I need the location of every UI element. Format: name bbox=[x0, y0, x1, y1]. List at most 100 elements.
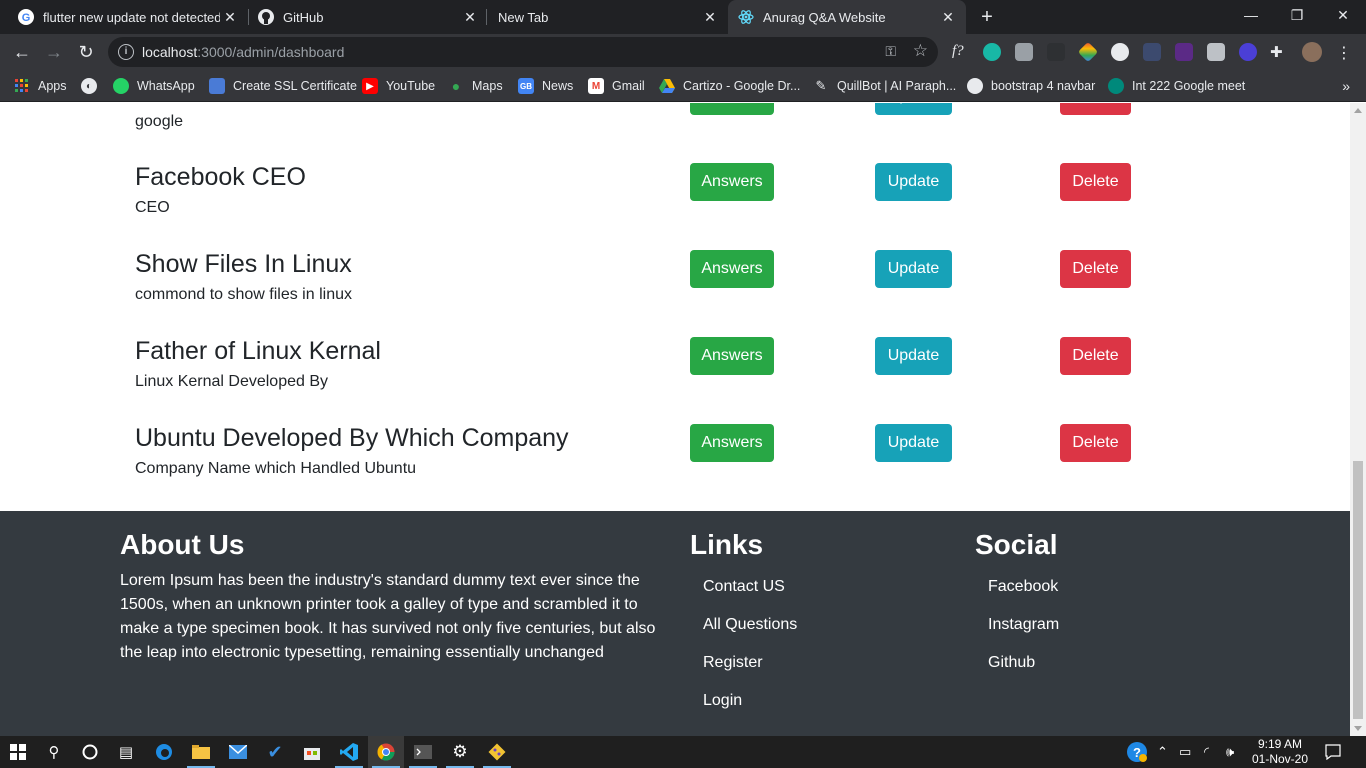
puzzle-icon[interactable]: ✚ bbox=[1270, 43, 1288, 61]
update-button[interactable]: Update bbox=[875, 250, 952, 288]
store-icon[interactable] bbox=[294, 736, 330, 768]
delete-button[interactable]: Delete bbox=[1060, 337, 1131, 375]
badge-extension-icon[interactable] bbox=[1175, 43, 1193, 61]
close-icon[interactable]: ✕ bbox=[938, 7, 958, 27]
bookmark-apps[interactable]: Apps bbox=[14, 76, 67, 96]
chrome-icon[interactable] bbox=[368, 736, 404, 768]
key-icon[interactable]: ⚿ bbox=[885, 43, 896, 60]
blank-extension-icon[interactable] bbox=[1047, 43, 1065, 61]
bookmark-gmail[interactable]: M Gmail bbox=[588, 76, 645, 96]
close-window-icon[interactable]: ✕ bbox=[1320, 0, 1366, 30]
answers-button[interactable]: Answers bbox=[690, 250, 774, 288]
tab-title: New Tab bbox=[498, 9, 549, 25]
about-text: Lorem Ipsum has been the industry's stan… bbox=[120, 572, 656, 661]
minimize-icon[interactable]: — bbox=[1228, 0, 1274, 30]
tab-new-tab[interactable]: New Tab ✕ bbox=[480, 0, 728, 34]
notifications-icon[interactable] bbox=[1325, 736, 1341, 768]
footer-link-instagram[interactable]: Instagram bbox=[988, 616, 1059, 634]
answers-button[interactable]: Answers bbox=[690, 337, 774, 375]
terminal-icon[interactable] bbox=[405, 736, 441, 768]
mail-icon[interactable] bbox=[220, 736, 256, 768]
system-clock[interactable]: 9:19 AM 01-Nov-20 bbox=[1248, 737, 1312, 767]
footer-link-register[interactable]: Register bbox=[703, 654, 763, 672]
chevron-up-icon[interactable]: ⌃ bbox=[1157, 736, 1168, 768]
wifi-icon[interactable]: ◜ bbox=[1204, 736, 1209, 768]
footer-link-facebook[interactable]: Facebook bbox=[988, 578, 1058, 596]
new-tab-button[interactable]: + bbox=[976, 6, 998, 28]
google-icon: G bbox=[18, 9, 34, 25]
m-extension-icon[interactable] bbox=[983, 43, 1001, 61]
formula-extension-icon[interactable]: f? bbox=[952, 43, 970, 61]
youtube-icon: ▶ bbox=[362, 78, 378, 94]
bookmark-meet[interactable]: Int 222 Google meet bbox=[1108, 76, 1245, 96]
bookmark-maps[interactable]: ● Maps bbox=[448, 76, 503, 96]
color-extension-icon[interactable] bbox=[1077, 41, 1099, 63]
search-icon[interactable]: ⚲ bbox=[36, 736, 72, 768]
footer-link-github[interactable]: Github bbox=[988, 654, 1035, 672]
shield-extension-icon[interactable] bbox=[1207, 43, 1225, 61]
task-view-icon[interactable]: ▤ bbox=[108, 736, 144, 768]
bookmark-bootstrap[interactable]: bootstrap 4 navbar bbox=[967, 76, 1095, 96]
settings-gear-icon[interactable]: ⚙ bbox=[442, 736, 478, 768]
close-icon[interactable]: ✕ bbox=[700, 7, 720, 27]
bookmark-ssl[interactable]: Create SSL Certificate bbox=[209, 76, 357, 96]
back-icon[interactable]: ← bbox=[8, 38, 36, 66]
todo-check-icon[interactable]: ✔ bbox=[257, 736, 293, 768]
question-description: commond to show files in linux bbox=[135, 286, 352, 303]
reload-icon[interactable]: ↻ bbox=[72, 38, 100, 66]
footer-link-contact[interactable]: Contact US bbox=[703, 578, 785, 596]
delete-button[interactable]: Delete bbox=[1060, 424, 1131, 462]
bookmark-whatsapp[interactable]: WhatsApp bbox=[113, 76, 195, 96]
edge-icon[interactable] bbox=[146, 736, 182, 768]
cortana-icon[interactable] bbox=[72, 736, 108, 768]
bookmark-news[interactable]: GB News bbox=[518, 76, 573, 96]
avatar[interactable] bbox=[1302, 42, 1322, 62]
delete-button[interactable]: Delete bbox=[1060, 163, 1131, 201]
forward-icon[interactable]: → bbox=[40, 38, 68, 66]
answers-button[interactable]: Answers bbox=[690, 103, 774, 115]
update-button[interactable]: Update bbox=[875, 163, 952, 201]
battery-icon[interactable]: ▭ bbox=[1179, 736, 1191, 768]
clock-time: 9:19 AM bbox=[1257, 737, 1303, 751]
tab-anurag-qa[interactable]: Anurag Q&A Website ✕ bbox=[728, 0, 966, 34]
update-button[interactable]: Update bbox=[875, 424, 952, 462]
window-extension-icon[interactable] bbox=[1015, 43, 1033, 61]
scrollbar-thumb[interactable] bbox=[1353, 461, 1363, 719]
update-button[interactable]: Update bbox=[875, 337, 952, 375]
menu-kebab-icon[interactable]: ⋮ bbox=[1336, 43, 1354, 62]
answers-button[interactable]: Answers bbox=[690, 163, 774, 201]
bookmark-globe[interactable]: ◐ bbox=[81, 76, 105, 96]
answers-button[interactable]: Answers bbox=[690, 424, 774, 462]
delete-button[interactable]: Delete bbox=[1060, 250, 1131, 288]
gear-extension-icon[interactable] bbox=[1239, 43, 1257, 61]
git-icon[interactable] bbox=[479, 736, 515, 768]
vscode-icon[interactable] bbox=[331, 736, 367, 768]
tab-flutter[interactable]: G flutter new update not detected ✕ bbox=[0, 0, 248, 34]
update-button[interactable]: Update bbox=[875, 103, 952, 115]
windows-start-icon[interactable] bbox=[0, 736, 36, 768]
info-icon[interactable]: i bbox=[118, 44, 134, 60]
page-scrollbar[interactable] bbox=[1350, 103, 1366, 736]
chevron-double-right-icon[interactable]: » bbox=[1342, 78, 1350, 94]
pi-extension-icon[interactable] bbox=[1143, 43, 1161, 61]
bookmark-quillbot[interactable]: ✎ QuillBot | AI Paraph... bbox=[813, 76, 957, 96]
footer-link-login[interactable]: Login bbox=[703, 692, 742, 710]
restore-icon[interactable]: ❐ bbox=[1274, 0, 1320, 30]
tab-github[interactable]: GitHub ✕ bbox=[240, 0, 488, 34]
url-text[interactable]: localhost:3000/admin/dashboard bbox=[142, 44, 344, 60]
quill-icon: ✎ bbox=[815, 78, 827, 93]
address-bar[interactable]: i localhost:3000/admin/dashboard ⚿ ☆ bbox=[108, 37, 938, 67]
delete-button[interactable]: Delete bbox=[1060, 103, 1131, 115]
bookmark-youtube[interactable]: ▶ YouTube bbox=[362, 76, 435, 96]
volume-icon[interactable]: 🕪 bbox=[1226, 736, 1234, 768]
close-icon[interactable]: ✕ bbox=[220, 7, 240, 27]
bookmark-star-icon[interactable]: ☆ bbox=[913, 41, 928, 61]
close-icon[interactable]: ✕ bbox=[460, 7, 480, 27]
scroll-down-icon[interactable] bbox=[1354, 726, 1362, 731]
file-explorer-icon[interactable] bbox=[183, 736, 219, 768]
help-icon[interactable]: ? bbox=[1126, 736, 1148, 768]
footer-link-all-questions[interactable]: All Questions bbox=[703, 616, 797, 634]
bookmark-drive[interactable]: Cartizo - Google Dr... bbox=[659, 76, 800, 96]
scroll-up-icon[interactable] bbox=[1354, 108, 1362, 113]
compass-extension-icon[interactable] bbox=[1111, 43, 1129, 61]
